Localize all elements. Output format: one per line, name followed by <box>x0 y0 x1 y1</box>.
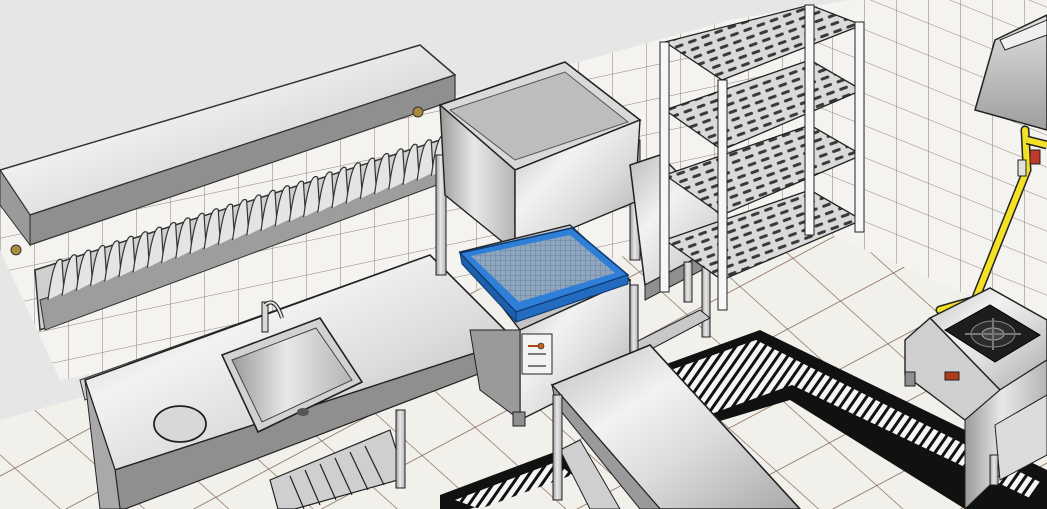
gauge-icon <box>521 333 553 375</box>
waste-chute <box>153 405 207 443</box>
kitchen-scene <box>0 0 1047 509</box>
